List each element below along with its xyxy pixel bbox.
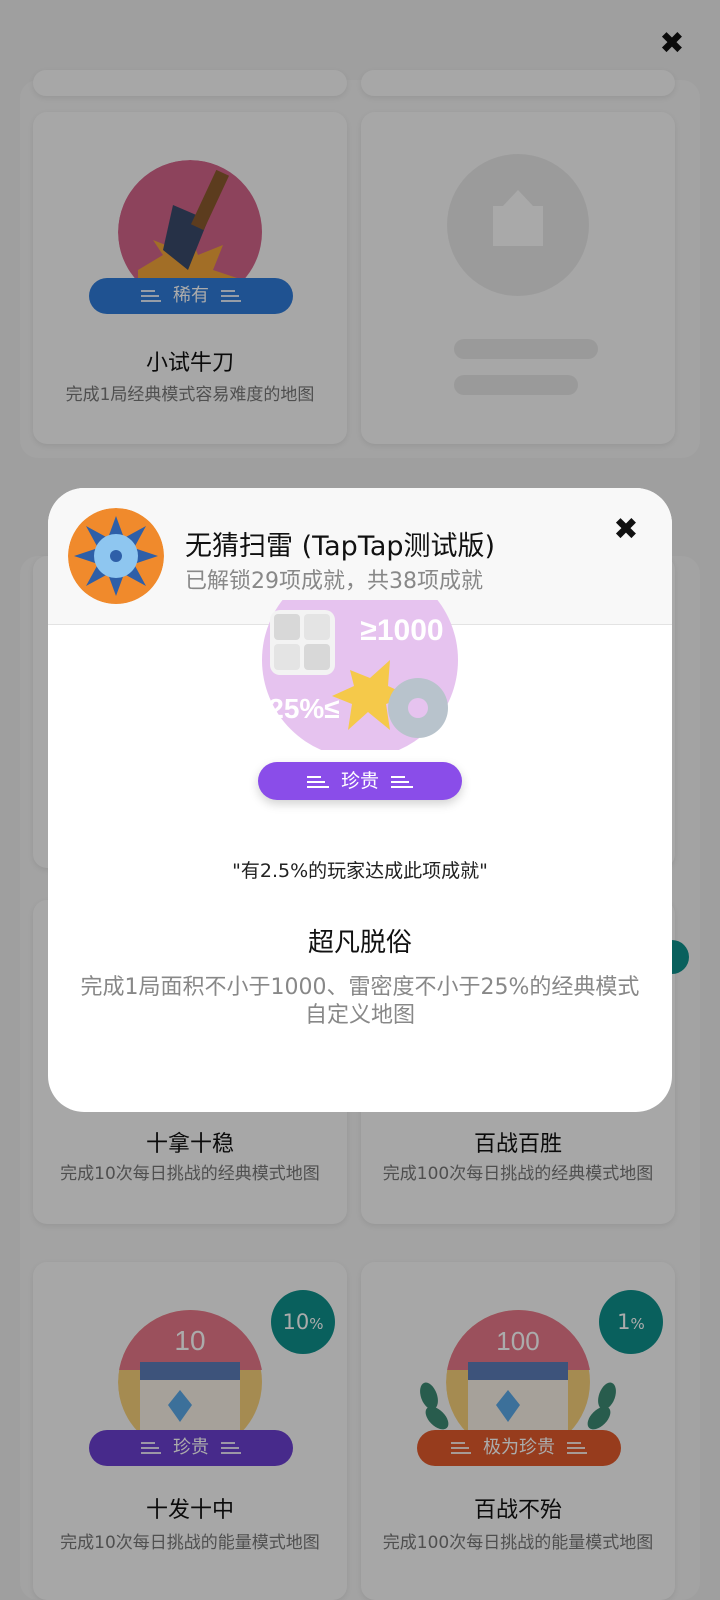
achievement-description: 完成1局面积不小于1000、雷密度不小于25%的经典模式自定义地图	[80, 975, 640, 1028]
medal-text-top: ≥1000	[360, 614, 443, 647]
close-icon[interactable]: ✖	[612, 515, 640, 545]
rarity-badge: 珍贵	[258, 762, 462, 800]
rarity-label: 珍贵	[340, 770, 379, 792]
achievement-detail-dialog: 无猜扫雷 (TapTap测试版) 已解锁29项成就，共38项成就 ✖ ≥1000…	[48, 488, 672, 1112]
achievement-title: 超凡脱俗	[307, 928, 412, 958]
achievement-medal-icon: ≥1000 25%≤	[260, 600, 460, 750]
app-title: 无猜扫雷 (TapTap测试版)	[185, 531, 496, 562]
rarity-bars-icon	[306, 773, 329, 790]
rarity-bars-icon	[391, 773, 413, 790]
achievement-rate-quote: "有2.5%的玩家达成此项成就"	[232, 860, 488, 882]
unlock-summary: 已解锁29项成就，共38项成就	[185, 569, 483, 594]
medal-text-bottom: 25%≤	[268, 693, 339, 724]
app-icon	[68, 508, 164, 604]
